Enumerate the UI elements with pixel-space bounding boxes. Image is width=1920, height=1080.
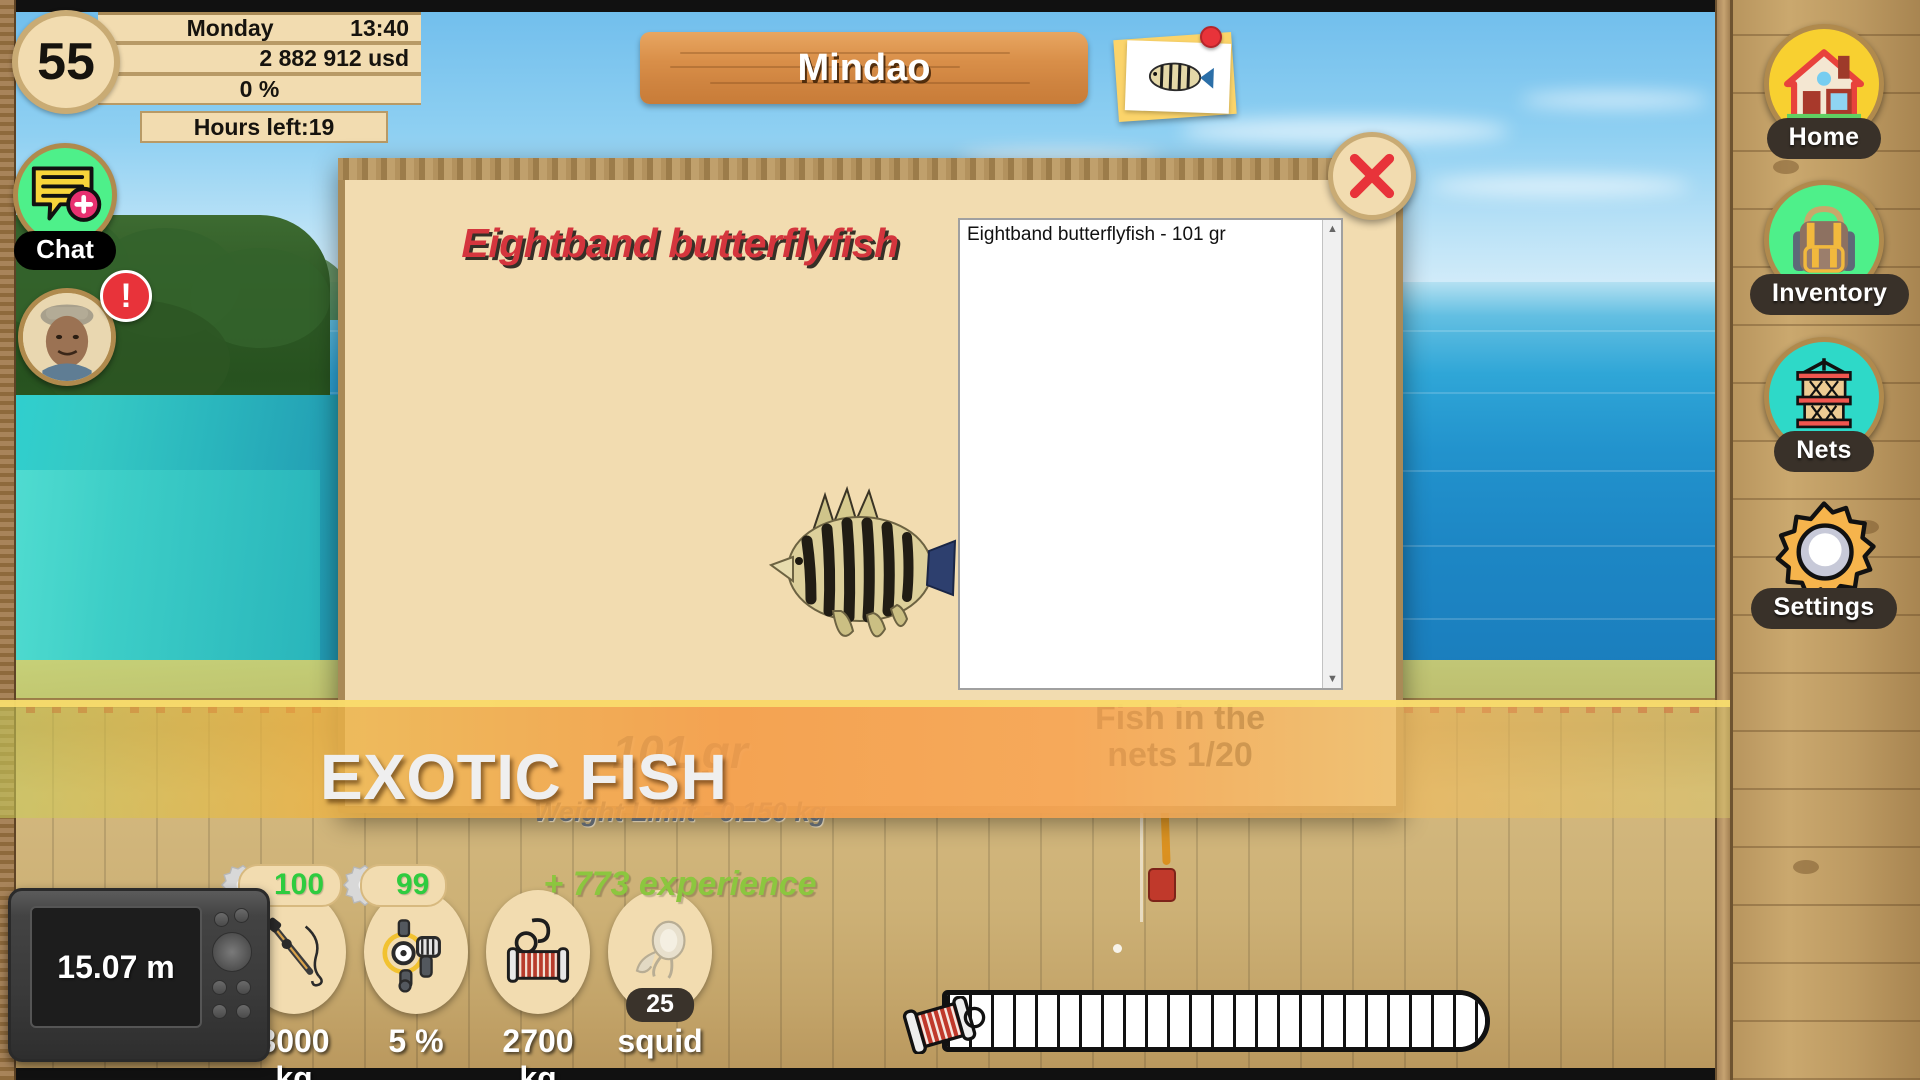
sounder-button[interactable]: [236, 1004, 251, 1019]
sounder-button[interactable]: [212, 980, 227, 995]
line-spool-icon: [486, 890, 590, 1014]
close-x-icon: [1349, 153, 1395, 199]
fish-note-card[interactable]: [1108, 22, 1240, 123]
close-button[interactable]: [1328, 132, 1416, 220]
hud-day-time-row: Monday 13:40: [98, 12, 421, 43]
player-level-badge: 55: [12, 10, 120, 114]
float-dot: [1113, 944, 1122, 953]
nets-status: Fish in the nets 1/20: [1040, 700, 1320, 773]
fish-weight: 101 gr: [612, 726, 748, 778]
note-paper-front: [1124, 40, 1232, 114]
sidebar-item-home[interactable]: Home: [1750, 24, 1898, 159]
hud-money-row: 2 882 912 usd: [98, 43, 421, 74]
sidebar-item-inventory-label: Inventory: [1750, 274, 1910, 315]
chat-label-wrap: Chat: [13, 231, 117, 270]
wood-knot: [1793, 860, 1819, 874]
sounder-screen: 15.07 m: [30, 906, 202, 1028]
tackle-reel-value: 5 %: [388, 1023, 444, 1059]
location-sign[interactable]: Mindao: [640, 32, 1088, 104]
tackle-line-value: 2700 kg: [502, 1023, 574, 1080]
hud-percent: 0 %: [239, 76, 280, 102]
cloud: [1430, 176, 1690, 196]
sidebar-item-settings-label: Settings: [1751, 588, 1897, 629]
alert-badge[interactable]: !: [100, 270, 152, 322]
reel-icon: [902, 996, 986, 1054]
hud-stat-panel: Monday 13:40 2 882 912 usd 0 %: [98, 12, 421, 105]
dialog-top-border: [338, 158, 1403, 180]
sidebar-item-settings[interactable]: Settings: [1750, 492, 1898, 629]
chat-label: Chat: [14, 231, 116, 270]
chevron-up-icon[interactable]: ▲: [1323, 220, 1341, 238]
fishing-reel-icon: 99: [343, 863, 468, 1014]
hud-hours-left: Hours left:19: [140, 111, 388, 143]
tackle-line[interactable]: 2700 kg: [486, 890, 590, 1080]
log-scrollbar[interactable]: ▲ ▼: [1322, 220, 1341, 688]
depth-sounder[interactable]: 15.07 m: [8, 888, 270, 1062]
line-tension-bar[interactable]: [900, 990, 1490, 1054]
sounder-dpad[interactable]: [212, 932, 252, 972]
log-entry: Eightband butterflyfish - 101 gr: [967, 224, 1226, 245]
tackle-bait-value: squid: [617, 1023, 703, 1059]
sidebar-item-nets-label: Nets: [1774, 431, 1874, 472]
nets-status-line2: nets 1/20: [1107, 735, 1253, 774]
hud-money: 2 882 912 usd: [259, 45, 409, 71]
tackle-reel[interactable]: 99 5 %: [343, 863, 468, 1060]
fish-name: Eightband butterflyfish: [461, 220, 899, 266]
bait-squid-icon: 25: [608, 890, 712, 1022]
letterbox-top: [0, 0, 1730, 12]
wood-knot: [1773, 160, 1799, 174]
depth-value: 15.07 m: [57, 948, 175, 985]
catch-log[interactable]: Eightband butterflyfish - 101 gr ▲ ▼: [958, 218, 1343, 690]
sidebar-item-inventory[interactable]: Inventory: [1750, 180, 1910, 315]
tackle-bait[interactable]: 25 squid: [608, 890, 712, 1060]
chat-button[interactable]: Chat: [13, 143, 117, 270]
hud-time: 13:40: [350, 14, 409, 41]
sidebar-item-nets[interactable]: Nets: [1750, 337, 1898, 472]
line-tension-ticks: [947, 995, 1485, 1047]
fish-weight-limit: Weight Limit - 0.150 kg: [533, 797, 827, 827]
sounder-button[interactable]: [214, 912, 229, 927]
fish-image: [755, 465, 965, 660]
sounder-button[interactable]: [234, 908, 249, 923]
player-level-value: 55: [37, 33, 95, 91]
sounder-button[interactable]: [212, 1004, 227, 1019]
bait-count: 25: [626, 988, 694, 1022]
sounder-button[interactable]: [236, 980, 251, 995]
line-tension-track: [942, 990, 1490, 1052]
hud-day: Monday: [186, 14, 274, 41]
hud-percent-row: 0 %: [98, 74, 421, 105]
cloud: [1520, 92, 1710, 108]
sidebar-item-home-label: Home: [1766, 118, 1882, 159]
nets-status-line1: Fish in the: [1095, 699, 1265, 737]
pushpin-icon: [1200, 26, 1222, 48]
fish-experience: + 773 experience: [543, 865, 817, 903]
rod-reel-marker: [1148, 868, 1176, 902]
chevron-down-icon[interactable]: ▼: [1323, 670, 1341, 688]
location-name: Mindao: [797, 46, 931, 89]
